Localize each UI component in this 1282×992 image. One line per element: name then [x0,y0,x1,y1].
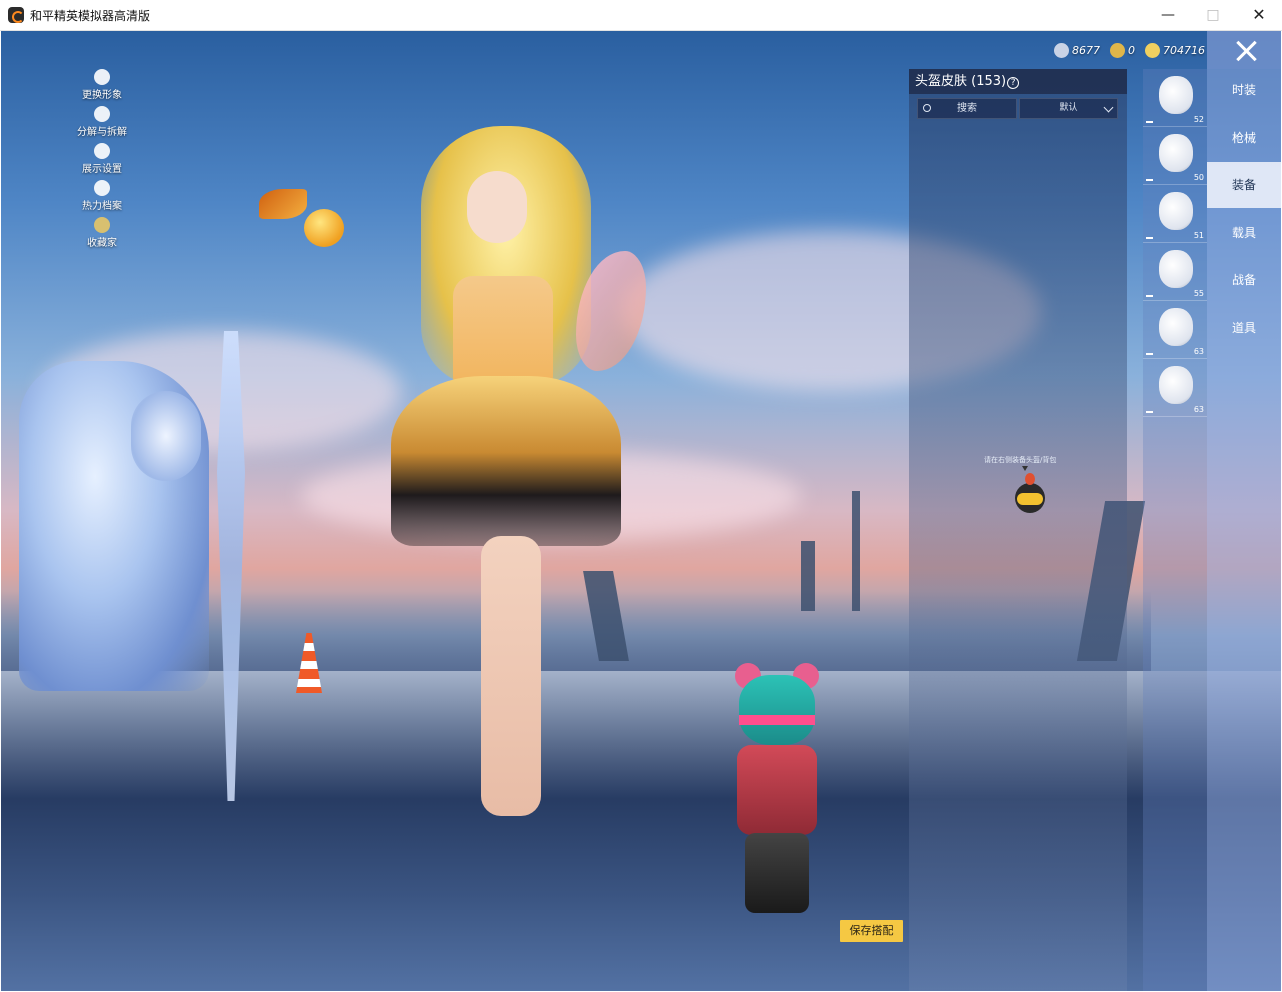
dash-icon [1146,121,1153,123]
search-input[interactable]: 搜索 [917,98,1017,119]
dash-icon [1146,411,1153,413]
maximize-button[interactable]: □ [1190,0,1236,30]
close-icon [1235,40,1257,62]
bear-figure-backpack [731,663,823,913]
game-viewport: 更换形象 分解与拆解 展示设置 热力档案 收藏家 8677 0 704716 头… [1,31,1281,991]
search-icon [923,104,931,112]
helmet-thumbnail [1159,76,1193,114]
tab-equipment[interactable]: 装备 [1207,162,1281,208]
helmet-thumbnail [1159,250,1193,288]
helmet-level: 55 [1193,289,1204,298]
panel-title-text: 头盔皮肤 (153) [915,74,1007,89]
window-titlebar: 和平精英模拟器高清版 — □ ✕ [0,0,1282,31]
currency-bar: 8677 0 704716 [1054,41,1205,59]
helmet-thumbnail [1159,192,1193,230]
silver-coin-icon [1054,42,1069,58]
minimize-button[interactable]: — [1145,0,1191,30]
tab-vehicles[interactable]: 载具 [1207,210,1281,256]
window-close-button[interactable]: ✕ [1236,0,1282,30]
helmet-item[interactable]: 63 [1143,301,1207,359]
flame-icon [94,180,110,196]
dash-icon [1146,353,1153,355]
save-outfit-button[interactable]: 保存搭配 [840,920,903,942]
dash-icon [1146,295,1153,297]
helmet-preview[interactable] [1005,473,1055,523]
currency-coupon: 704716 [1145,42,1205,58]
helmet-thumbnail [1159,134,1193,172]
helmet-thumbnail [1159,308,1193,346]
heat-archive-button[interactable]: 热力档案 [57,180,147,217]
dash-icon [1146,237,1153,239]
helmet-item[interactable]: 63 [1143,359,1207,417]
person-icon [94,69,110,85]
chevron-down-icon [1103,102,1114,113]
currency-gold: 0 [1110,42,1135,58]
helmet-item[interactable]: 51 [1143,185,1207,243]
skyscraper [852,491,860,611]
sort-value: 默认 [1059,103,1078,113]
dash-icon [1146,179,1153,181]
helmet-item[interactable]: 52 [1143,69,1207,127]
left-menu: 更换形象 分解与拆解 展示设置 热力档案 收藏家 [57,69,147,254]
helmet-item[interactable]: 55 [1143,243,1207,301]
category-menu: 时装 枪械 装备 载具 战备 道具 [1207,31,1281,991]
window-title: 和平精英模拟器高清版 [30,9,151,23]
search-placeholder: 搜索 [957,103,977,114]
gold-coin-icon [1110,42,1125,58]
helmet-level: 52 [1193,115,1204,124]
help-icon[interactable]: ? [1007,77,1020,89]
eye-icon [94,143,110,159]
helmet-thumbnail [1159,366,1193,404]
badge-icon [94,217,110,233]
sort-dropdown[interactable]: 默认 [1019,98,1118,119]
hint-arrow-icon [1022,466,1028,471]
helmet-item[interactable]: 50 [1143,127,1207,185]
skyscraper [801,541,815,611]
helmet-level: 51 [1193,231,1204,240]
helmet-level: 63 [1193,347,1204,356]
helmet-skin-panel: 头盔皮肤 (153)? 搜索 默认 请在右侧装备头盔/背包 [909,69,1127,991]
tab-guns[interactable]: 枪械 [1207,115,1281,161]
currency-silver: 8677 [1054,42,1100,58]
helmet-level: 50 [1193,173,1204,182]
helmet-list: 52 50 51 55 63 63 [1143,69,1207,991]
unicorn-head [131,391,201,481]
tab-gear[interactable]: 战备 [1207,257,1281,303]
app-logo-icon [8,7,24,23]
display-settings-button[interactable]: 展示设置 [57,143,147,180]
panel-title: 头盔皮肤 (153)? [909,69,1127,94]
collector-button[interactable]: 收藏家 [57,217,147,254]
equip-hint: 请在右侧装备头盔/背包 [984,456,1057,464]
pet-bird [259,189,344,259]
tab-outfit[interactable]: 时装 [1207,67,1281,113]
close-panel-button[interactable] [1207,31,1281,69]
change-appearance-button[interactable]: 更换形象 [57,69,147,106]
character-model[interactable] [361,126,691,826]
helmet-level: 63 [1193,405,1204,414]
decompose-button[interactable]: 分解与拆解 [57,106,147,143]
tab-items[interactable]: 道具 [1207,305,1281,351]
coupon-icon [1145,42,1160,58]
puzzle-icon [94,106,110,122]
